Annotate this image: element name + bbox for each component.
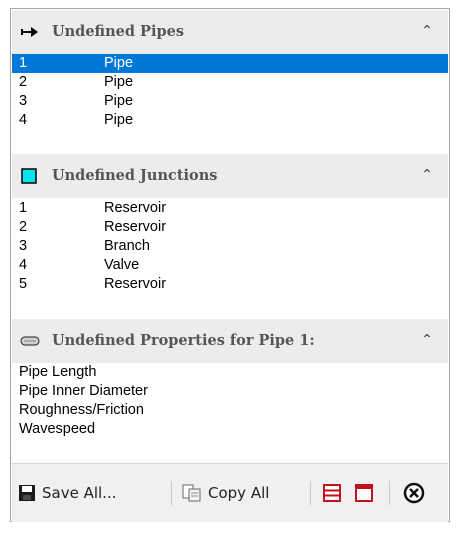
property-item[interactable]: Roughness/Friction [12,401,448,420]
properties-section-header[interactable]: Undefined Properties for Pipe 1: ⌃ [12,319,448,363]
junction-type: Reservoir [104,219,167,235]
expand-all-button[interactable] [322,480,342,506]
junction-row-1[interactable]: 1 Reservoir [12,199,448,218]
pipe-type: Pipe [104,55,134,71]
junctions-section-header[interactable]: Undefined Junctions ⌃ [12,154,448,198]
pipe-row-4[interactable]: 4 Pipe [12,111,448,130]
copy-icon [182,484,201,502]
junction-row-5[interactable]: 5 Reservoir [12,275,448,294]
pipe-number: 1 [19,55,28,71]
pipe-number: 2 [19,74,28,90]
pipes-list: 1 Pipe 2 Pipe 3 Pipe 4 Pipe [12,54,448,130]
junctions-section-title: Undefined Junctions [52,167,218,184]
pipe-row-3[interactable]: 3 Pipe [12,92,448,111]
property-item[interactable]: Wavespeed [12,420,448,439]
pipe-row-1[interactable]: 1 Pipe [12,54,448,73]
floppy-disk-icon [19,485,35,501]
junction-row-2[interactable]: 2 Reservoir [12,218,448,237]
copy-all-label: Copy All [208,484,270,502]
junction-row-3[interactable]: 3 Branch [12,237,448,256]
properties-list: Pipe Length Pipe Inner Diameter Roughnes… [12,363,448,439]
junction-number: 1 [19,200,28,216]
junction-type: Branch [104,238,150,254]
save-all-label: Save All... [42,484,117,502]
pipe-type: Pipe [104,93,134,109]
junction-number: 4 [19,257,28,273]
pipe-arrow-icon [21,27,38,37]
expand-all-icon [323,484,341,502]
copy-all-button[interactable]: Copy All [182,480,269,506]
toolbar-separator [171,481,172,505]
toolbar-separator [389,481,390,505]
save-all-button[interactable]: Save All... [18,480,117,506]
pipe-number: 4 [19,112,28,128]
undefined-objects-panel: Undefined Pipes ⌃ 1 Pipe 2 Pipe 3 Pipe 4… [10,8,450,522]
pipes-section-title: Undefined Pipes [52,23,184,40]
pipe-number: 3 [19,93,28,109]
junction-square-icon [21,168,37,184]
property-item[interactable]: Pipe Length [12,363,448,382]
pipe-type: Pipe [104,112,134,128]
junction-type: Valve [104,257,140,273]
junction-number: 5 [19,276,28,292]
collapse-all-icon [355,484,373,502]
property-item[interactable]: Pipe Inner Diameter [12,382,448,401]
collapse-junctions-icon[interactable]: ⌃ [418,165,436,185]
properties-section-title: Undefined Properties for Pipe 1: [52,332,315,349]
collapse-all-button[interactable] [354,480,374,506]
close-circle-icon [403,482,425,504]
toolbar-separator [310,481,311,505]
junctions-list: 1 Reservoir 2 Reservoir 3 Branch 4 Valve… [12,199,448,294]
junction-row-4[interactable]: 4 Valve [12,256,448,275]
junction-type: Reservoir [104,200,167,216]
collapse-pipes-icon[interactable]: ⌃ [418,21,436,41]
junction-number: 2 [19,219,28,235]
junction-number: 3 [19,238,28,254]
pipe-type: Pipe [104,74,134,90]
pipe-row-2[interactable]: 2 Pipe [12,73,448,92]
bottom-toolbar: Save All... Copy All [12,463,448,522]
collapse-properties-icon[interactable]: ⌃ [418,330,436,350]
close-button[interactable] [403,480,425,506]
pipe-segment-icon [20,336,40,346]
junction-type: Reservoir [104,276,167,292]
pipes-section-header[interactable]: Undefined Pipes ⌃ [12,10,448,54]
